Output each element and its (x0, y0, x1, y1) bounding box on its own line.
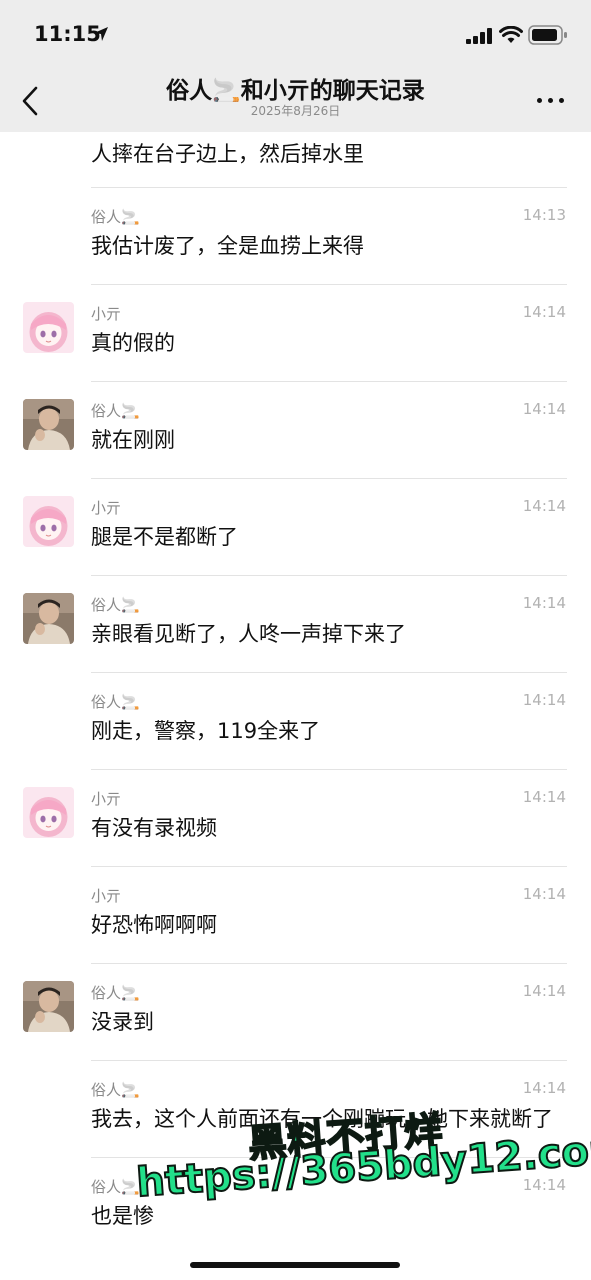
message-row[interactable]: 小亓 14:14 有没有录视频 (0, 769, 591, 866)
divider (91, 575, 567, 576)
message-text: 真的假的 (91, 331, 175, 355)
divider (91, 672, 567, 673)
divider (91, 963, 567, 964)
more-dot-icon (537, 98, 542, 103)
back-button[interactable] (18, 84, 48, 118)
sender-name: 俗人🚬 (91, 402, 140, 420)
message-text: 就在刚刚 (91, 428, 175, 452)
message-time: 14:14 (522, 594, 566, 612)
message-time: 14:14 (522, 1079, 566, 1097)
message-row[interactable]: 俗人🚬 14:14 就在刚刚 (0, 381, 591, 478)
sender-name: 小亓 (91, 499, 122, 517)
message-text: 也是惨 (91, 1204, 154, 1228)
message-time: 14:14 (522, 497, 566, 515)
divider (91, 769, 567, 770)
message-row[interactable]: 小亓 14:14 真的假的 (0, 284, 591, 381)
message-row[interactable]: 小亓 14:14 腿是不是都断了 (0, 478, 591, 575)
page-title: 俗人🚬和小亓的聊天记录 (166, 78, 425, 104)
message-time: 14:14 (522, 303, 566, 321)
more-dot-icon (548, 98, 553, 103)
message-row[interactable]: 俗人🚬 14:14 亲眼看见断了，人咚一声掉下来了 (0, 575, 591, 672)
location-arrow-icon (94, 27, 108, 41)
message-text: 腿是不是都断了 (91, 525, 238, 549)
sender-name: 俗人🚬 (91, 1081, 140, 1099)
sender-name: 俗人🚬 (91, 984, 140, 1002)
sender-name: 俗人🚬 (91, 596, 140, 614)
battery-icon (528, 25, 567, 45)
avatar-man-photo[interactable] (23, 593, 74, 644)
message-text: 有没有录视频 (91, 816, 217, 840)
signal-icon (466, 28, 492, 44)
sender-name: 小亓 (91, 790, 122, 808)
message-time: 14:14 (522, 691, 566, 709)
message-time: 14:14 (522, 400, 566, 418)
sender-name: 小亓 (91, 305, 122, 323)
divider (91, 381, 567, 382)
home-indicator[interactable] (190, 1262, 400, 1268)
message-row[interactable]: 俗人🚬 14:14 没录到 (0, 963, 591, 1060)
avatar-man-photo[interactable] (23, 981, 74, 1032)
divider (91, 478, 567, 479)
sender-name: 俗人🚬 (91, 1178, 140, 1196)
more-dot-icon (559, 98, 564, 103)
avatar-anime-girl[interactable] (23, 787, 74, 838)
sender-name: 俗人🚬 (91, 208, 140, 226)
page-subtitle: 2025年8月26日 (250, 104, 341, 118)
sender-name: 俗人🚬 (91, 693, 140, 711)
title-block: 俗人🚬和小亓的聊天记录 2025年8月26日 (100, 76, 491, 118)
message-text: 亲眼看见断了，人咚一声掉下来了 (91, 622, 406, 646)
divider (91, 187, 567, 188)
sender-name: 小亓 (91, 887, 122, 905)
divider (91, 284, 567, 285)
divider (91, 1060, 567, 1061)
header-bar: 11:15 俗人🚬和小亓的聊天记录 2025年8月26日 (0, 0, 591, 132)
message-row[interactable]: 小亓 14:14 好恐怖啊啊啊 (0, 866, 591, 963)
chevron-left-icon (22, 86, 38, 116)
wifi-icon (499, 26, 523, 43)
status-time: 11:15 (34, 22, 101, 46)
message-row[interactable]: 俗人🚬 14:13 我估计废了，全是血捞上来得 (0, 187, 591, 284)
message-time: 14:14 (522, 885, 566, 903)
message-text: 刚走，警察，119全来了 (91, 719, 321, 743)
more-button[interactable] (535, 94, 567, 108)
message-row[interactable]: 俗人🚬 14:14 刚走，警察，119全来了 (0, 672, 591, 769)
avatar-anime-girl[interactable] (23, 496, 74, 547)
message-time: 14:14 (522, 788, 566, 806)
message-text-partial: 人摔在台子边上，然后掉水里 (91, 142, 364, 166)
divider (91, 866, 567, 867)
message-time: 14:14 (522, 982, 566, 1000)
message-time: 14:13 (522, 206, 566, 224)
avatar-anime-girl[interactable] (23, 302, 74, 353)
avatar-man-photo[interactable] (23, 399, 74, 450)
message-text: 好恐怖啊啊啊 (91, 913, 217, 937)
message-text: 没录到 (91, 1010, 154, 1034)
message-text: 我估计废了，全是血捞上来得 (91, 234, 364, 258)
